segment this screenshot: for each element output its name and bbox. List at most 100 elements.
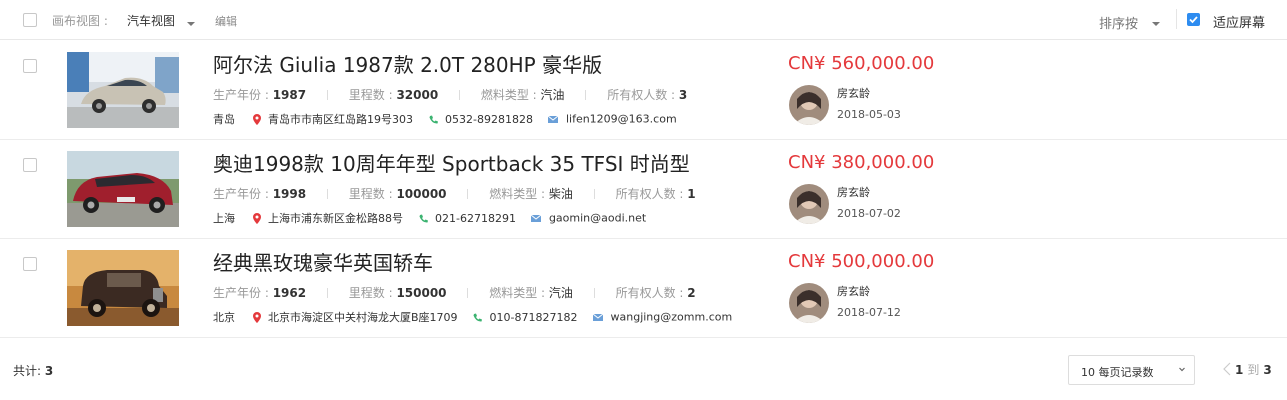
select-all-checkbox[interactable] [23, 13, 37, 27]
contact-info: 青岛 青岛市市南区红岛路19号303 0532-89281828 lifen12… [213, 111, 677, 127]
phone-number[interactable]: 0532-89281828 [445, 113, 533, 126]
mileage-value: 100000 [396, 187, 447, 201]
year-value: 1987 [272, 88, 307, 102]
list-item: 奥迪1998款 10周年年型 Sportback 35 TFSI 时尚型 生产年… [0, 140, 1287, 239]
listing-date: 2018-07-12 [837, 306, 901, 319]
page-count[interactable]: 3 [1263, 363, 1271, 377]
email-address[interactable]: lifen1209@163.com [566, 113, 677, 126]
mileage-value: 150000 [396, 286, 447, 300]
address: 北京市海淀区中关村海龙大厦B座1709 [268, 311, 458, 324]
divider [467, 189, 469, 199]
year-label: 生产年份 : [213, 286, 269, 300]
city: 北京 [213, 311, 235, 324]
divider [326, 189, 328, 199]
fuel-label: 燃料类型 : [489, 187, 546, 201]
car-image[interactable] [67, 151, 179, 227]
row-checkbox[interactable] [23, 257, 37, 271]
total-count: 共计: 3 [13, 362, 53, 379]
list-item: 阿尔法 Giulia 1987款 2.0T 280HP 豪华版 生产年份 : 1… [0, 41, 1287, 140]
year-value: 1962 [272, 286, 307, 300]
edit-button[interactable]: 编辑 [215, 13, 237, 29]
chevron-left-icon[interactable] [1222, 362, 1231, 376]
car-specs: 生产年份 : 1987 里程数 : 32000 燃料类型 : 汽油 所有权人数 … [213, 86, 687, 103]
address: 青岛市市南区红岛路19号303 [268, 113, 413, 126]
owners-label: 所有权人数 : [607, 88, 676, 102]
car-title[interactable]: 经典黑玫瑰豪华英国轿车 [213, 247, 433, 276]
mail-icon [593, 313, 603, 321]
divider [459, 90, 461, 100]
mileage-label: 里程数 : [348, 88, 393, 102]
email-address[interactable]: wangjing@zomm.com [611, 311, 733, 324]
contact-info: 上海 上海市浦东新区金松路88号 021-62718291 gaomin@aod… [213, 210, 646, 226]
check-icon [1189, 16, 1198, 24]
mileage-value: 32000 [396, 88, 439, 102]
fuel-label: 燃料类型 : [489, 286, 546, 300]
owner-name: 房玄龄 [837, 285, 870, 298]
avatar[interactable] [789, 85, 829, 125]
car-title[interactable]: 奥迪1998款 10周年年型 Sportback 35 TFSI 时尚型 [213, 148, 690, 177]
fuel-value: 汽油 [540, 88, 565, 102]
mileage-label: 里程数 : [348, 187, 393, 201]
divider [593, 288, 595, 298]
phone-icon [419, 214, 428, 223]
phone-icon [429, 115, 438, 124]
car-image[interactable] [67, 250, 179, 326]
view-label: 画布视图 : [52, 14, 108, 28]
fit-screen-checkbox[interactable] [1187, 13, 1200, 26]
phone-icon [473, 313, 483, 322]
total-value: 3 [44, 364, 54, 378]
car-image[interactable] [67, 52, 179, 128]
sort-by-dropdown[interactable]: 排序按 [1099, 13, 1138, 32]
owner-name: 房玄龄 [837, 87, 870, 100]
mail-icon [548, 115, 559, 123]
view-select[interactable]: 汽车视图 [127, 12, 175, 29]
price: CN¥ 380,000.00 [788, 152, 935, 173]
row-checkbox[interactable] [23, 158, 37, 172]
divider [467, 288, 469, 298]
location-pin-icon [252, 212, 261, 224]
mileage-label: 里程数 : [348, 286, 393, 300]
fit-screen-label[interactable]: 适应屏幕 [1213, 12, 1265, 31]
city: 上海 [213, 212, 235, 225]
owners-value: 3 [678, 88, 688, 102]
toolbar: 画布视图 : 汽车视图 编辑 排序按 适应屏幕 [0, 0, 1287, 40]
address: 上海市浦东新区金松路88号 [268, 212, 403, 225]
email-address[interactable]: gaomin@aodi.net [549, 212, 646, 225]
page-size-value: 10 每页记录数 [1081, 366, 1154, 379]
phone-number[interactable]: 021-62718291 [435, 212, 516, 225]
divider [326, 288, 328, 298]
city: 青岛 [213, 113, 235, 126]
row-checkbox[interactable] [23, 59, 37, 73]
current-page[interactable]: 1 [1235, 363, 1243, 377]
owners-label: 所有权人数 : [615, 187, 684, 201]
divider [585, 90, 587, 100]
listing-date: 2018-07-02 [837, 207, 901, 220]
price: CN¥ 560,000.00 [788, 53, 935, 74]
to-label: 到 [1247, 363, 1260, 377]
chevron-down-icon[interactable] [187, 22, 195, 26]
location-pin-icon [252, 311, 261, 323]
contact-info: 北京 北京市海淀区中关村海龙大厦B座1709 010-871827182 wan… [213, 309, 732, 325]
owners-value: 1 [687, 187, 696, 201]
pagination: 1到3 [1222, 361, 1272, 378]
price: CN¥ 500,000.00 [788, 251, 935, 272]
divider [593, 189, 595, 199]
car-title[interactable]: 阿尔法 Giulia 1987款 2.0T 280HP 豪华版 [213, 49, 602, 78]
page-size-select[interactable]: 10 每页记录数 [1068, 355, 1195, 385]
owners-value: 2 [687, 286, 696, 300]
fuel-value: 柴油 [548, 187, 573, 201]
owners-label: 所有权人数 : [615, 286, 684, 300]
avatar[interactable] [789, 184, 829, 224]
list-item: 经典黑玫瑰豪华英国轿车 生产年份 : 1962 里程数 : 150000 燃料类… [0, 239, 1287, 338]
owner-name: 房玄龄 [837, 186, 870, 199]
avatar[interactable] [789, 283, 829, 323]
total-label: 共计: [13, 364, 42, 378]
chevron-down-icon[interactable] [1152, 22, 1160, 26]
phone-number[interactable]: 010-871827182 [490, 311, 578, 324]
divider [1176, 9, 1177, 29]
listing-date: 2018-05-03 [837, 108, 901, 121]
fuel-value: 汽油 [548, 286, 573, 300]
car-specs: 生产年份 : 1962 里程数 : 150000 燃料类型 : 汽油 所有权人数… [213, 284, 696, 301]
year-value: 1998 [272, 187, 307, 201]
year-label: 生产年份 : [213, 88, 269, 102]
